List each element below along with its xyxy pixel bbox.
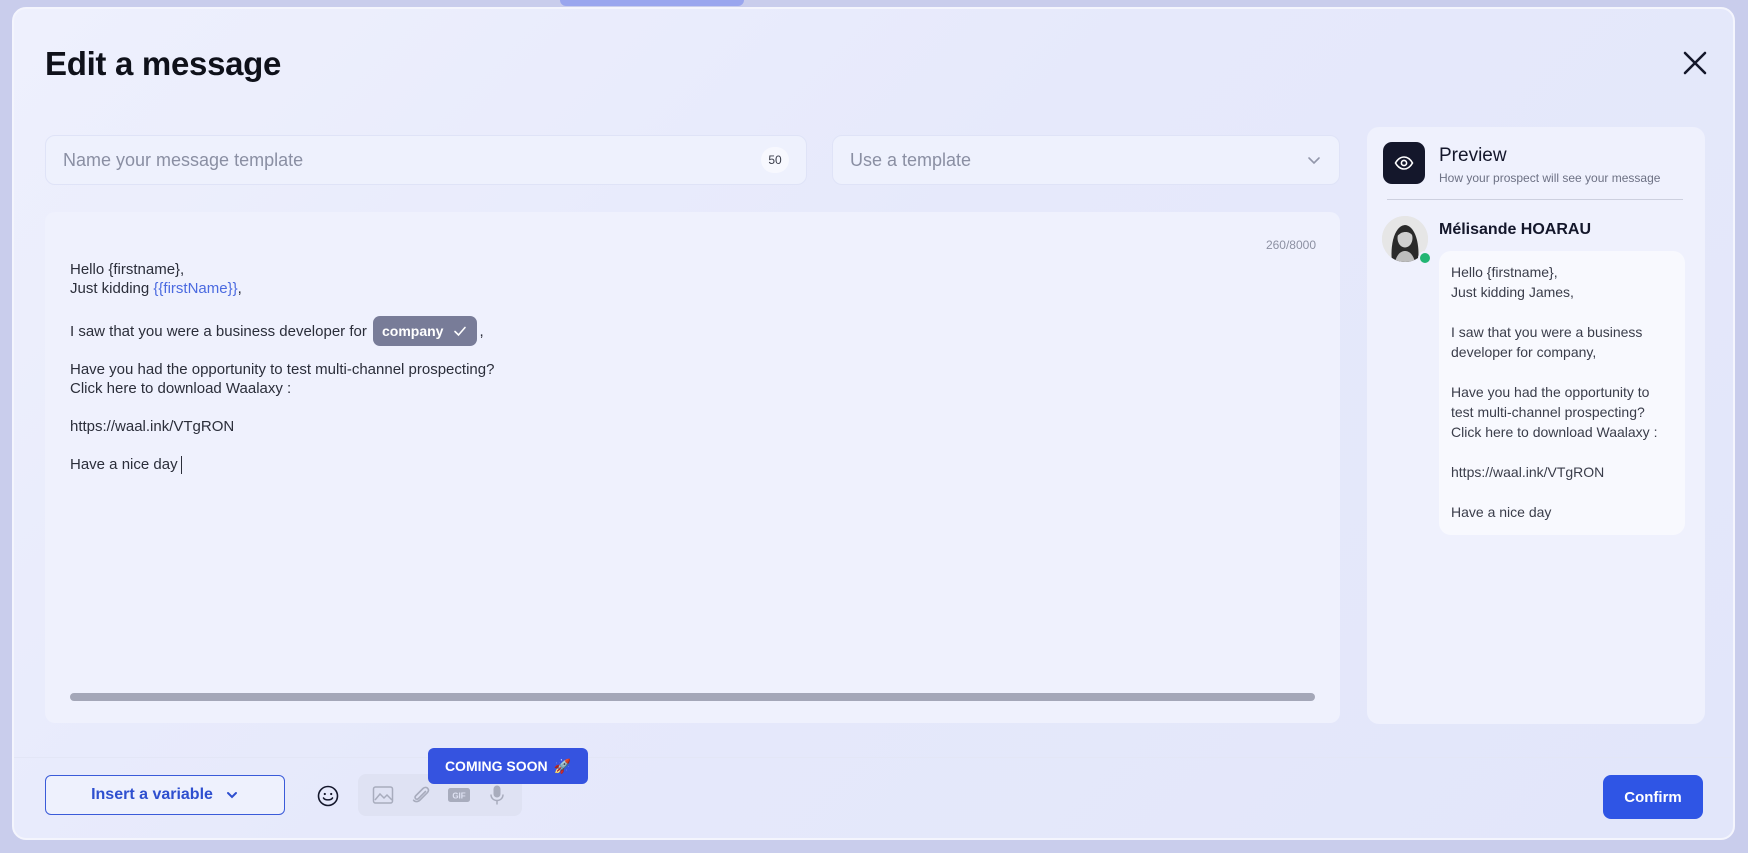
chevron-down-icon	[1308, 157, 1320, 165]
message-line: Click here to download Waalaxy :	[70, 380, 292, 397]
preview-line	[1451, 362, 1673, 382]
gif-button: GIF	[447, 783, 471, 807]
message-line: Have you had the opportunity to test mul…	[70, 361, 495, 378]
preview-line: I saw that you were a business	[1451, 324, 1643, 340]
text-cursor	[180, 456, 182, 475]
company-variable-chip[interactable]: company	[373, 316, 478, 346]
gif-icon: GIF	[448, 788, 470, 802]
insert-variable-label: Insert a variable	[91, 786, 213, 803]
emoji-icon	[317, 785, 339, 807]
template-name-placeholder: Name your message template	[63, 149, 304, 170]
message-line: Hello {firstname},	[70, 261, 185, 278]
firstname-variable: {{firstName}}	[153, 280, 238, 297]
microphone-icon	[490, 785, 504, 805]
template-name-input[interactable]: Name your message template 50	[45, 135, 807, 185]
preview-title: Preview	[1439, 145, 1507, 166]
microphone-button	[485, 783, 509, 807]
preview-line: Have you had the opportunity to	[1451, 384, 1650, 400]
paperclip-icon	[412, 786, 430, 803]
preview-line: Click here to download Waalaxy :	[1451, 424, 1658, 440]
message-char-count: 260/8000	[1265, 238, 1316, 252]
modal-title: Edit a message	[45, 45, 282, 82]
preview-line: Just kidding James,	[1451, 284, 1574, 300]
eye-icon	[1394, 156, 1414, 170]
message-line: Just kidding {{firstName}},	[70, 280, 242, 297]
edit-message-modal: Edit a message Name your message templat…	[12, 7, 1735, 840]
close-button[interactable]	[1679, 47, 1711, 79]
preview-divider	[1387, 199, 1683, 200]
preview-icon-box	[1383, 142, 1425, 184]
message-line: I saw that you were a business developer…	[70, 316, 494, 346]
prospect-name: Mélisande HOARAU	[1439, 221, 1592, 238]
preview-line: https://waal.ink/VTgRON	[1451, 464, 1605, 480]
coming-soon-badge: COMING SOON 🚀	[428, 748, 588, 784]
coming-soon-label: COMING SOON	[444, 758, 548, 774]
message-body[interactable]: Hello {firstname}, Just kidding {{firstN…	[70, 260, 495, 475]
preview-line	[1451, 442, 1673, 462]
chevron-down-icon	[226, 792, 237, 799]
preview-panel: Preview How your prospect will see your …	[1367, 127, 1705, 724]
horizontal-scrollbar[interactable]	[70, 693, 1315, 701]
backdrop-element	[560, 0, 744, 6]
preview-line: Have a nice day	[1451, 504, 1552, 520]
message-line: Have a nice day	[70, 455, 494, 475]
online-status-dot	[1418, 251, 1432, 265]
preview-line: test multi-channel prospecting?	[1451, 404, 1645, 420]
message-line: https://waal.ink/VTgRON	[70, 418, 235, 435]
company-chip-label: company	[382, 323, 444, 339]
preview-subtitle: How your prospect will see your message	[1439, 171, 1661, 185]
rocket-icon: 🚀	[553, 757, 572, 774]
svg-text:GIF: GIF	[452, 792, 465, 801]
image-button	[371, 783, 395, 807]
character-limit-badge: 50	[761, 147, 789, 173]
insert-variable-button[interactable]: Insert a variable	[45, 775, 285, 815]
attachment-button	[409, 783, 433, 807]
footer-divider	[14, 757, 1733, 758]
preview-line: developer for company,	[1451, 344, 1597, 360]
message-editor[interactable]: 260/8000 Hello {firstname}, Just kidding…	[45, 212, 1340, 723]
preview-line	[1451, 482, 1673, 502]
preview-line	[1451, 302, 1673, 322]
image-icon	[372, 786, 394, 804]
preview-line: Hello {firstname},	[1451, 264, 1558, 280]
check-icon	[454, 326, 467, 337]
emoji-button[interactable]	[316, 784, 340, 808]
close-icon	[1683, 51, 1707, 75]
use-template-select[interactable]: Use a template	[832, 135, 1340, 185]
confirm-button[interactable]: Confirm	[1603, 775, 1703, 819]
preview-message-bubble: Hello {firstname}, Just kidding James, I…	[1439, 251, 1685, 535]
use-template-placeholder: Use a template	[850, 149, 972, 170]
